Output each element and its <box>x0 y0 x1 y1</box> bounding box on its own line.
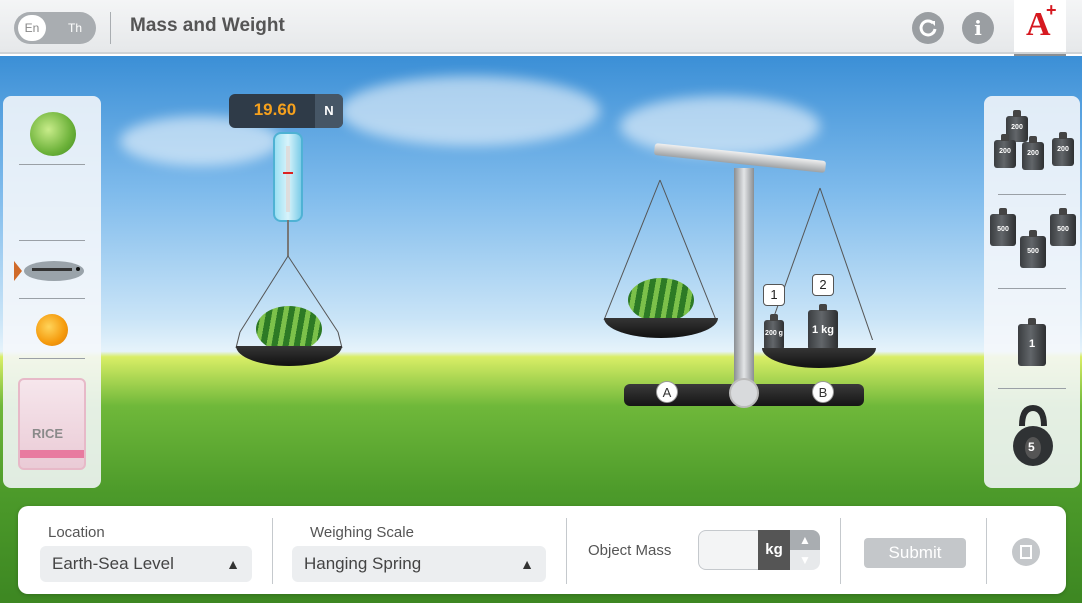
mass-decrement-button[interactable]: ▼ <box>790 550 820 570</box>
cabbage-object[interactable] <box>30 112 76 156</box>
marker-a[interactable]: A <box>656 381 678 403</box>
spring-scale <box>273 132 303 222</box>
kettlebell-label: 5 <box>1028 440 1035 454</box>
control-panel: Location Earth-Sea Level ▲ Weighing Scal… <box>18 506 1066 594</box>
weight-tag-1: 1 <box>763 284 785 306</box>
marker-b[interactable]: B <box>812 381 834 403</box>
mass-unit-label: kg <box>758 530 790 570</box>
location-select[interactable]: Earth-Sea Level ▲ <box>40 546 252 582</box>
calculator-icon[interactable] <box>1012 538 1040 566</box>
rice-bag-object[interactable]: RICE <box>18 378 86 470</box>
kettlebell-5kg[interactable] <box>1010 404 1056 468</box>
weight-200g[interactable]: 200 <box>1022 136 1044 170</box>
weighing-scale-label: Weighing Scale <box>310 524 414 541</box>
fish-object[interactable] <box>14 256 90 286</box>
header-divider <box>110 12 111 44</box>
weight-tag-2: 2 <box>812 274 834 296</box>
language-toggle[interactable]: En Th <box>14 12 96 44</box>
watermelon-on-balance[interactable] <box>628 278 694 322</box>
control-divider <box>566 518 567 584</box>
spring-readout: 19.60 N <box>229 94 343 128</box>
control-divider <box>272 518 273 584</box>
orange-object[interactable] <box>36 314 68 346</box>
lang-en-option[interactable]: En <box>18 15 46 41</box>
control-divider <box>840 518 841 584</box>
weight-1kg-on-pan[interactable]: 1 kg <box>808 304 838 350</box>
mass-increment-button[interactable]: ▲ <box>790 530 820 550</box>
spring-reading-unit: N <box>315 94 343 128</box>
spring-reading-value: 19.60 <box>253 100 297 119</box>
control-divider <box>986 518 987 584</box>
logo: A + <box>1014 0 1066 52</box>
lightbulb-icon[interactable] <box>729 378 759 408</box>
weight-200g[interactable]: 200 <box>1052 132 1074 166</box>
weighing-scale-select[interactable]: Hanging Spring ▲ <box>292 546 546 582</box>
weight-500g[interactable]: 500 <box>1050 208 1076 246</box>
chevron-up-icon: ▲ <box>226 556 240 572</box>
top-bar: En Th Mass and Weight i A + ↓ <box>0 0 1082 76</box>
weight-200g[interactable]: 200 <box>1006 110 1028 142</box>
object-mass-input[interactable] <box>698 530 760 570</box>
weight-1kg[interactable]: 1 <box>1018 318 1046 366</box>
weight-500g[interactable]: 500 <box>1020 230 1046 268</box>
info-icon[interactable]: i <box>962 12 994 44</box>
location-value: Earth-Sea Level <box>52 554 174 573</box>
rice-label: RICE <box>32 426 64 441</box>
logo-plus-icon: + <box>1046 0 1057 20</box>
submit-button[interactable]: Submit <box>864 538 966 568</box>
weight-200g[interactable]: 200 <box>994 134 1016 168</box>
weight-200g-on-pan[interactable]: 200 g <box>764 314 784 350</box>
reset-icon[interactable] <box>912 12 944 44</box>
chevron-up-icon: ▲ <box>520 556 534 572</box>
weight-500g[interactable]: 500 <box>990 208 1016 246</box>
location-label: Location <box>48 524 105 541</box>
weighing-scale-value: Hanging Spring <box>304 554 422 573</box>
page-title: Mass and Weight <box>130 15 285 36</box>
lang-th-option[interactable]: Th <box>58 15 92 41</box>
object-mass-label: Object Mass <box>588 542 672 559</box>
